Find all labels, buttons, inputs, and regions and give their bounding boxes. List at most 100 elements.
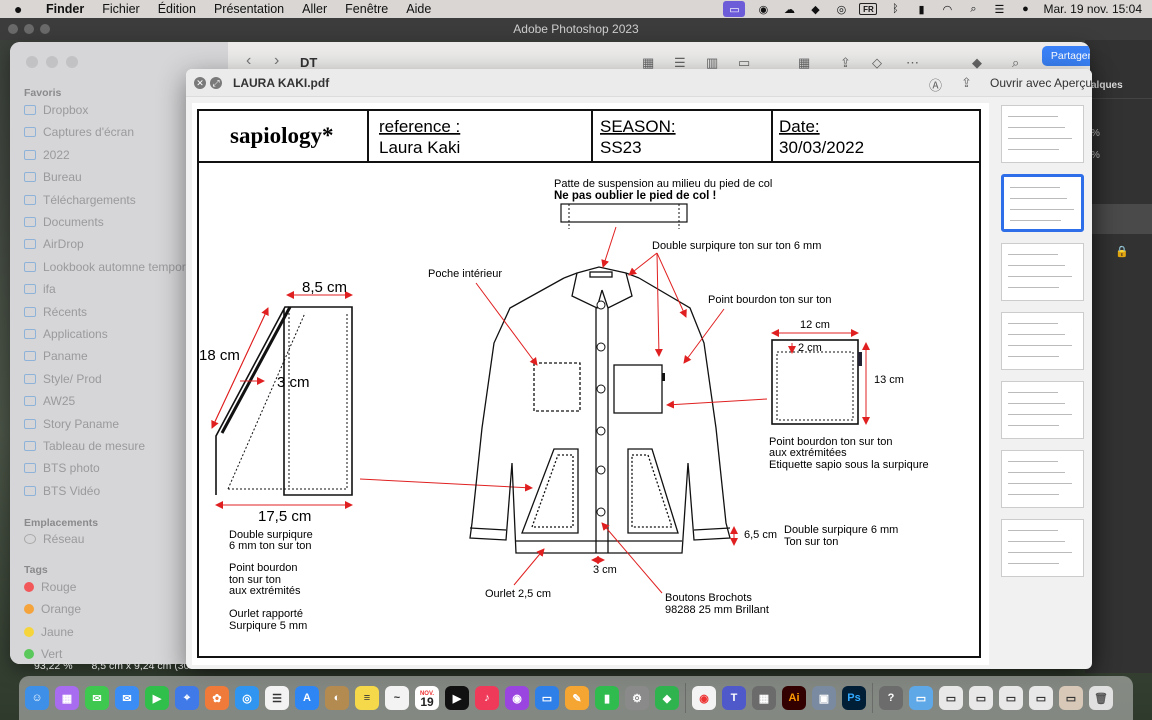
photos-dock-icon[interactable]: ✿	[205, 686, 229, 710]
sidebar-item-favorite[interactable]: Story Paname	[24, 414, 119, 434]
sidebar-item-favorite[interactable]: Documents	[24, 212, 104, 232]
sidebar-item-favorite[interactable]: BTS Vidéo	[24, 481, 100, 501]
calendar-dock-icon[interactable]: NOV. 19	[415, 686, 439, 710]
teams-dock-icon[interactable]: T	[722, 686, 746, 710]
settings-dock-icon[interactable]: ⚙	[625, 686, 649, 710]
reminders-dock-icon[interactable]: ☰	[265, 686, 289, 710]
screen-mirroring-icon[interactable]: ▭	[723, 1, 746, 17]
sync-status-icon[interactable]: ◎	[833, 3, 849, 16]
sidebar-item-favorite[interactable]: Tableau de mesure	[24, 436, 145, 456]
back-icon[interactable]: ‹	[246, 52, 251, 70]
menu-fichier[interactable]: Fichier	[102, 2, 140, 16]
sidebar-item-favorite[interactable]: Applications	[24, 324, 108, 344]
trash-dock-icon[interactable]: 🗑	[1089, 686, 1113, 710]
share-button[interactable]: Partager	[1042, 46, 1090, 66]
recent-doc-5-dock-icon[interactable]: ▭	[1059, 686, 1083, 710]
mail-dock-icon[interactable]: ✉	[115, 686, 139, 710]
finder-dock-icon[interactable]: ☺	[25, 686, 49, 710]
page-thumbnail[interactable]	[1001, 105, 1084, 163]
apple-tv-dock-icon[interactable]: ▶	[445, 686, 469, 710]
recent-doc-2-dock-icon[interactable]: ▭	[969, 686, 993, 710]
messages-dock-icon[interactable]: ✉	[85, 686, 109, 710]
downloads-folder-dock-icon[interactable]: ▭	[909, 686, 933, 710]
fullscreen-icon[interactable]: ⤢	[210, 77, 222, 89]
sidebar-item-favorite[interactable]: BTS photo	[24, 458, 100, 478]
illustrator-dock-icon[interactable]: Ai	[782, 686, 806, 710]
dropbox-icon[interactable]: ◆	[972, 55, 988, 70]
battery-icon[interactable]: ▮	[913, 3, 929, 16]
music-dock-icon[interactable]: ♪	[475, 686, 499, 710]
launchpad-dock-icon[interactable]: ▦	[55, 686, 79, 710]
page-thumbnail[interactable]	[1001, 174, 1084, 232]
share-icon[interactable]: ⇪	[961, 75, 972, 91]
close-icon[interactable]: ✕	[194, 77, 206, 89]
panel-selected-layer[interactable]	[1085, 204, 1152, 234]
dropbox-status-icon[interactable]: ◆	[807, 3, 823, 16]
menu-edition[interactable]: Édition	[158, 2, 196, 16]
numbers-dock-icon[interactable]: ▮	[595, 686, 619, 710]
contacts-dock-icon[interactable]: ◐	[325, 686, 349, 710]
sidebar-item-favorite[interactable]: Captures d'écran	[24, 122, 134, 142]
sidebar-item-reseau[interactable]: Réseau	[24, 529, 84, 549]
open-with-preview-button[interactable]: Ouvrir avec Aperçu	[990, 76, 1092, 90]
menu-fenetre[interactable]: Fenêtre	[345, 2, 388, 16]
preview-dock-icon[interactable]: ▣	[812, 686, 836, 710]
panel-opacity-value[interactable]: %	[1091, 128, 1100, 139]
menu-aide[interactable]: Aide	[406, 2, 431, 16]
app-status-icon[interactable]: ◉	[755, 3, 771, 16]
photoshop-window-controls[interactable]	[8, 24, 50, 34]
page-thumbnail[interactable]	[1001, 381, 1084, 439]
sidebar-item-favorite[interactable]: Téléchargements	[24, 190, 136, 210]
gallery-view-icon[interactable]: ▭	[738, 55, 754, 70]
sidebar-item-favorite[interactable]: Bureau	[24, 167, 82, 187]
finder-window-controls[interactable]	[26, 56, 78, 68]
photoshop-dock-icon[interactable]: Ps	[842, 686, 866, 710]
column-view-icon[interactable]: ▥	[706, 55, 722, 70]
list-view-icon[interactable]: ☰	[674, 55, 690, 70]
lock-icon[interactable]: 🔒	[1115, 245, 1129, 258]
recent-doc-4-dock-icon[interactable]: ▭	[1029, 686, 1053, 710]
page-thumbnail[interactable]	[1001, 450, 1084, 508]
page-thumbnail[interactable]	[1001, 243, 1084, 301]
sidebar-item-favorite[interactable]: Style/ Prod	[24, 369, 102, 389]
chrome-dock-icon[interactable]: ◉	[692, 686, 716, 710]
freeform-dock-icon[interactable]: ~	[385, 686, 409, 710]
page-thumbnail[interactable]	[1001, 312, 1084, 370]
sidebar-item-favorite[interactable]: AW25	[24, 391, 75, 411]
sidebar-tag[interactable]: Jaune	[24, 622, 74, 642]
menu-app[interactable]: Finder	[46, 2, 84, 16]
share-icon[interactable]: ⇪	[840, 55, 856, 70]
sidebar-item-favorite[interactable]: Dropbox	[24, 100, 88, 120]
page-thumbnail[interactable]	[1001, 519, 1084, 577]
maps-dock-icon[interactable]: ⌖	[175, 686, 199, 710]
control-center-icon[interactable]: ☰	[991, 3, 1007, 16]
menu-presentation[interactable]: Présentation	[214, 2, 284, 16]
recent-doc-1-dock-icon[interactable]: ▭	[939, 686, 963, 710]
keynote-dock-icon[interactable]: ▭	[535, 686, 559, 710]
sidebar-item-favorite[interactable]: Récents	[24, 302, 87, 322]
search-icon[interactable]: ⌕	[1012, 55, 1028, 70]
evernote-dock-icon[interactable]: ◆	[655, 686, 679, 710]
calculator-dock-icon[interactable]: ▦	[752, 686, 776, 710]
grid-view-icon[interactable]: ▦	[642, 55, 658, 70]
sidebar-tag[interactable]: Rouge	[24, 577, 76, 597]
pages-dock-icon[interactable]: ✎	[565, 686, 589, 710]
safari-dock-icon[interactable]: ◎	[235, 686, 259, 710]
sidebar-item-favorite[interactable]: 2022	[24, 145, 70, 165]
app-store-dock-icon[interactable]: A	[295, 686, 319, 710]
cloud-app-icon[interactable]: ☁	[781, 3, 797, 16]
photoshop-panel-tab[interactable]: alques	[1091, 80, 1123, 91]
input-source-icon[interactable]: FR	[859, 3, 878, 15]
tag-icon[interactable]: ◇	[872, 55, 888, 70]
apple-icon[interactable]: ●	[14, 1, 32, 17]
sidebar-item-favorite[interactable]: AirDrop	[24, 234, 84, 254]
notes-dock-icon[interactable]: ≡	[355, 686, 379, 710]
spotlight-icon[interactable]: ⌕	[965, 3, 981, 16]
bluetooth-icon[interactable]: ᛒ	[887, 3, 903, 16]
group-icon[interactable]: ▦	[798, 55, 814, 70]
forward-icon[interactable]: ›	[274, 52, 279, 70]
sidebar-item-favorite[interactable]: ifa	[24, 279, 56, 299]
panel-fill-value[interactable]: %	[1091, 150, 1100, 161]
menu-aller[interactable]: Aller	[302, 2, 327, 16]
more-actions-icon[interactable]: ⋯	[906, 55, 922, 70]
